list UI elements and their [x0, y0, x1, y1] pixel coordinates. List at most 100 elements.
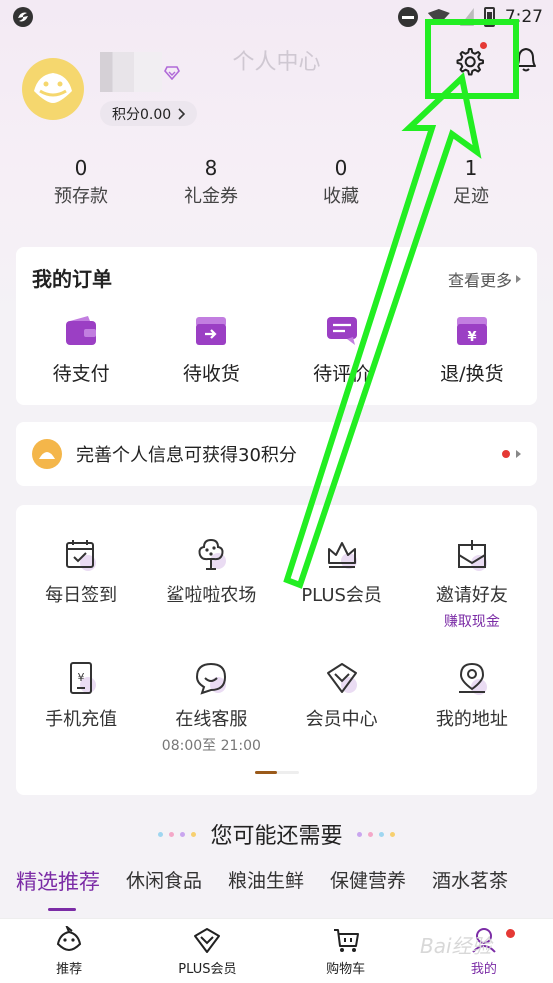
order-pending-payment[interactable]: 待支付	[16, 315, 146, 386]
tab-health[interactable]: 保健营养	[330, 866, 406, 896]
service-label: 手机充值	[45, 709, 118, 730]
points-label: 积分0.00	[112, 106, 172, 123]
service-label: 邀请好友	[435, 585, 508, 606]
order-pending-receipt[interactable]: 待收货	[146, 315, 276, 386]
service-label: 鲨啦啦农场	[166, 585, 257, 606]
tab-featured[interactable]: 精选推荐	[16, 866, 100, 896]
chat-bubble-icon	[196, 662, 227, 695]
cart-icon	[333, 928, 359, 952]
stat-coupons[interactable]: 8 礼金券	[146, 156, 276, 208]
service-label: PLUS会员	[301, 585, 382, 606]
service-sublabel: 赚取现金	[443, 614, 500, 630]
calendar-check-icon	[66, 540, 97, 571]
points-coin-icon	[32, 439, 62, 469]
tab-drinks-tea[interactable]: 酒水茗茶	[432, 866, 508, 896]
tab-snacks[interactable]: 休闲食品	[126, 866, 202, 896]
stat-deposit[interactable]: 0 预存款	[16, 156, 146, 208]
tree-icon	[198, 538, 227, 570]
profile-notification-dot	[506, 929, 515, 938]
service-label: 在线客服	[175, 709, 248, 730]
status-time: 7:27	[504, 7, 543, 27]
stat-label: 预存款	[54, 186, 108, 207]
profile-icon	[472, 927, 496, 953]
nav-label: PLUS会员	[178, 961, 237, 977]
settings-gear-icon[interactable]	[453, 45, 485, 77]
app-notification-icon	[13, 7, 33, 27]
caret-right-icon	[516, 275, 521, 283]
nav-cart[interactable]: 购物车	[277, 919, 415, 983]
nav-label: 推荐	[56, 961, 83, 977]
crown-icon	[327, 542, 357, 569]
order-label: 待收货	[182, 363, 240, 385]
stat-value: 1	[464, 156, 478, 180]
bottom-navigation: 推荐 PLUS会员 购物车 我的	[0, 918, 553, 983]
signal-icon	[459, 8, 474, 26]
stats-row: 0 预存款 8 礼金券 0 收藏 1 足迹	[16, 156, 536, 208]
avatar[interactable]	[22, 58, 84, 120]
nav-label: 购物车	[326, 961, 366, 977]
page-indicator-active	[255, 771, 277, 774]
service-hours: 08:00至 21:00	[161, 738, 261, 754]
username-redacted	[100, 52, 162, 92]
service-label: 会员中心	[305, 709, 378, 730]
orders-card: 我的订单 查看更多 待支付 待收货 待评价 ¥ 退/换货	[16, 247, 537, 405]
service-my-address[interactable]: 我的地址	[407, 661, 537, 755]
box-arrow-icon	[196, 317, 227, 345]
nav-recommend[interactable]: 推荐	[0, 919, 138, 983]
location-pin-icon	[458, 662, 487, 695]
points-button[interactable]: 积分0.00	[100, 101, 198, 126]
order-label: 待支付	[52, 363, 110, 385]
stat-label: 足迹	[453, 186, 489, 207]
service-online-support[interactable]: 在线客服 08:00至 21:00	[146, 661, 276, 755]
nav-profile[interactable]: 我的	[415, 919, 553, 983]
stat-footprints[interactable]: 1 足迹	[406, 156, 536, 208]
confetti-decoration-right	[356, 831, 395, 837]
service-invite-friends[interactable]: 邀请好友 赚取现金	[407, 537, 537, 631]
stat-value: 0	[334, 156, 348, 180]
active-tab-underline	[48, 908, 76, 911]
recommend-title: 您可能还需要	[210, 824, 343, 849]
svg-text:¥: ¥	[78, 671, 85, 684]
profile-completion-text: 完善个人信息可获得30积分	[76, 445, 297, 466]
orders-title: 我的订单	[32, 267, 112, 291]
chevron-right-icon	[178, 107, 186, 120]
category-tabs: 精选推荐 休闲食品 粮油生鲜 保健营养 酒水茗茶	[16, 866, 508, 896]
tab-grain-fresh[interactable]: 粮油生鲜	[228, 866, 304, 896]
service-daily-checkin[interactable]: 每日签到	[16, 537, 146, 631]
orders-view-more-link[interactable]: 查看更多	[448, 267, 521, 291]
nav-plus-membership[interactable]: PLUS会员	[138, 919, 276, 983]
order-pending-review[interactable]: 待评价	[277, 315, 407, 386]
dnd-icon	[397, 7, 418, 27]
order-returns[interactable]: ¥ 退/换货	[407, 315, 537, 386]
services-card: 每日签到 鲨啦啦农场 PLUS会员 邀请好友 赚取现金 ¥ 手机充值 在线客服 …	[16, 505, 537, 795]
service-member-center[interactable]: 会员中心	[277, 661, 407, 755]
status-bar: 7:27	[0, 0, 553, 34]
phone-yen-icon: ¥	[70, 662, 97, 694]
service-label: 每日签到	[45, 585, 118, 606]
order-label: 退/换货	[440, 363, 504, 385]
recommend-heading: 您可能还需要	[0, 818, 553, 850]
profile-completion-banner[interactable]: 完善个人信息可获得30积分	[16, 422, 537, 486]
diamond-icon	[194, 927, 221, 953]
svg-text:¥: ¥	[467, 330, 476, 345]
comment-icon	[326, 317, 357, 345]
service-mobile-topup[interactable]: ¥ 手机充值	[16, 661, 146, 755]
nav-label: 我的	[470, 961, 497, 977]
stat-value: 0	[74, 156, 88, 180]
invite-envelope-icon	[457, 540, 487, 571]
confetti-decoration-left	[158, 831, 197, 837]
page-indicator	[255, 771, 299, 774]
diamond-icon	[326, 663, 357, 693]
service-plus-membership[interactable]: PLUS会员	[277, 537, 407, 631]
yen-box-icon: ¥	[456, 317, 487, 345]
service-farm[interactable]: 鲨啦啦农场	[146, 537, 276, 631]
wallet-icon	[66, 316, 97, 345]
vip-diamond-icon	[164, 66, 180, 80]
stat-favorites[interactable]: 0 收藏	[276, 156, 406, 208]
unread-dot	[502, 450, 510, 458]
wifi-icon	[427, 9, 450, 25]
order-label: 待评价	[313, 363, 371, 385]
bell-icon[interactable]	[512, 44, 540, 74]
stat-label: 礼金券	[184, 186, 238, 207]
stat-label: 收藏	[323, 186, 359, 207]
